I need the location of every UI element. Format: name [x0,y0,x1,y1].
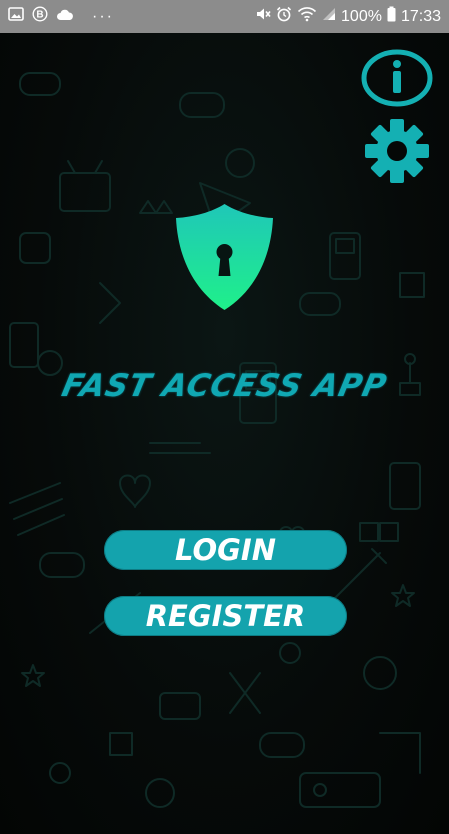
info-button[interactable] [360,48,434,108]
clock-time: 17:33 [400,7,441,25]
signal-icon [322,7,336,26]
shield-lock-icon [176,204,273,310]
image-icon [8,7,24,26]
app-screen: B ··· 100% 17:33 FAST ACCESS APP LOGIN R… [0,0,449,834]
app-logo [172,200,277,314]
status-bar: B ··· 100% 17:33 [0,0,449,33]
b-badge-icon: B [32,6,48,27]
status-bar-left: B ··· [0,6,114,27]
svg-text:B: B [36,10,43,21]
alarm-icon [276,6,292,27]
status-bar-right: 100% 17:33 [255,6,449,27]
register-button[interactable]: REGISTER [104,596,347,636]
wifi-icon [297,6,317,27]
app-title: FAST ACCESS APP [58,368,391,404]
cloud-icon [56,8,74,26]
info-icon [361,49,433,107]
gear-icon [365,119,429,183]
battery-percent: 100% [341,7,382,25]
settings-button[interactable] [358,118,436,184]
mute-icon [255,6,271,27]
overflow-dots: ··· [92,7,114,25]
battery-icon [387,6,396,27]
login-button[interactable]: LOGIN [104,530,347,570]
